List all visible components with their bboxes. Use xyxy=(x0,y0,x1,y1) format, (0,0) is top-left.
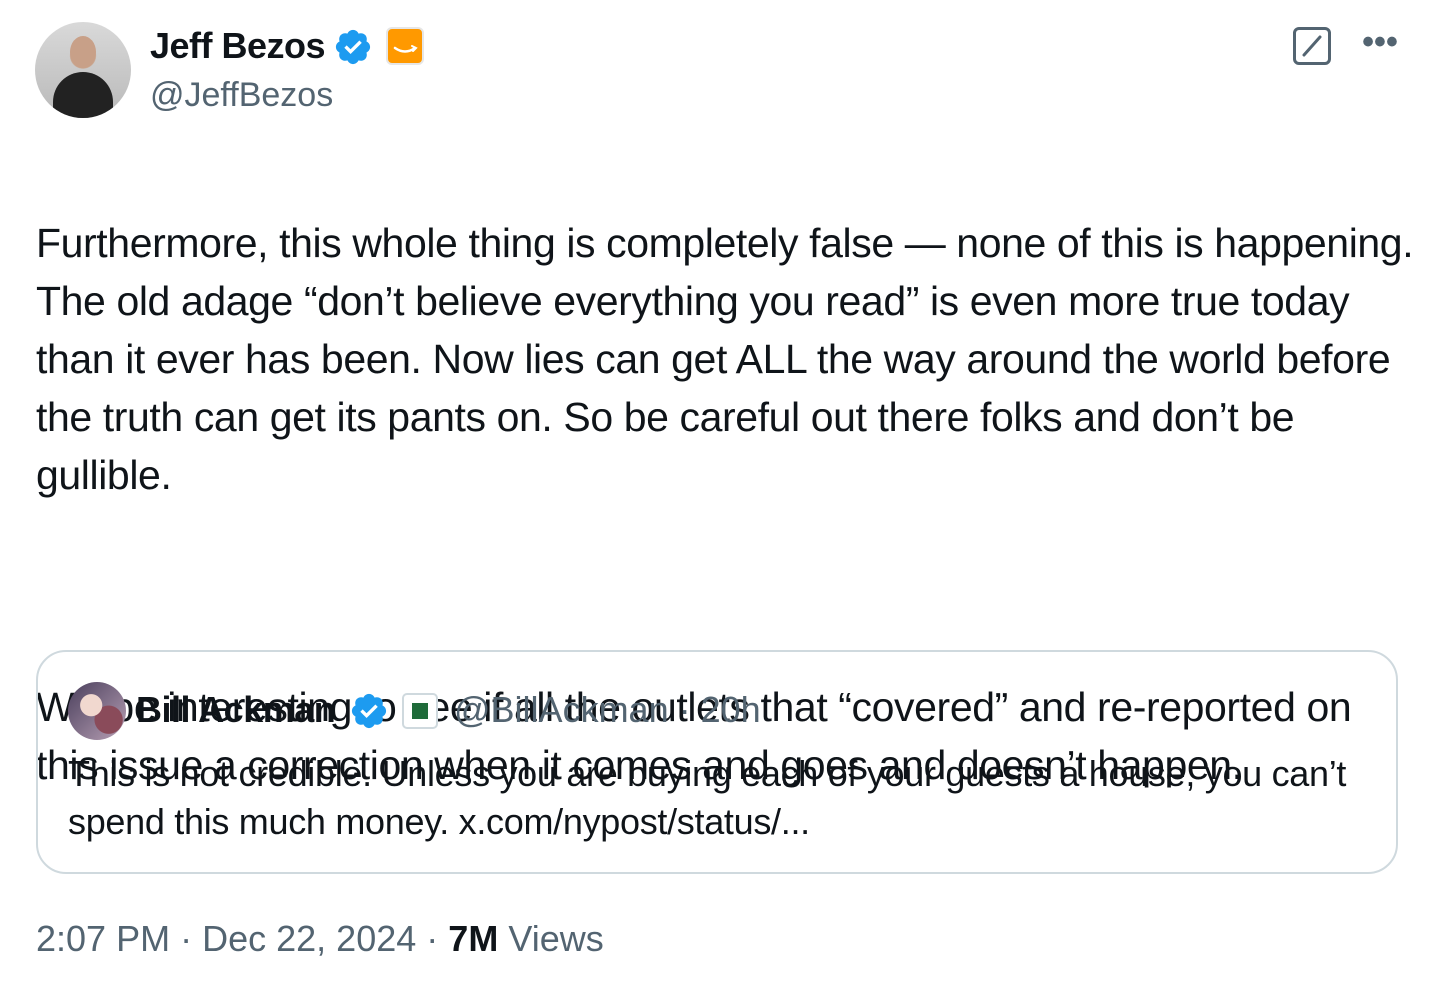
grok-slash-icon xyxy=(1302,35,1322,57)
amazon-smile-icon xyxy=(393,45,418,53)
post-date[interactable]: Dec 22, 2024 xyxy=(202,918,416,959)
author-name[interactable]: Jeff Bezos xyxy=(150,24,326,68)
footer-separator: · xyxy=(426,918,439,959)
author-avatar[interactable] xyxy=(35,22,131,118)
avatar-body xyxy=(53,72,113,118)
verified-badge-icon xyxy=(351,693,387,729)
quoted-meta: @BillAckman · 20h xyxy=(454,688,761,732)
meta-separator: · xyxy=(678,689,691,730)
footer-separator: · xyxy=(180,918,193,959)
more-icon[interactable]: ••• xyxy=(1355,20,1405,70)
quoted-author-handle: @BillAckman xyxy=(454,689,669,730)
affiliate-badge-icon xyxy=(402,693,438,729)
tweet-paragraph-1: Furthermore, this whole thing is complet… xyxy=(36,220,1414,498)
quoted-tweet-text: This is not credible. Unless you are buy… xyxy=(68,753,1347,842)
verified-badge-icon xyxy=(335,29,371,65)
quoted-time: 20h xyxy=(700,689,761,730)
affiliate-logo xyxy=(412,703,428,719)
author-handle[interactable]: @JeffBezos xyxy=(150,74,333,116)
views-count: 7M xyxy=(448,918,499,959)
avatar-head xyxy=(70,36,96,68)
amazon-affiliate-badge-icon[interactable] xyxy=(386,27,424,65)
grok-icon[interactable] xyxy=(1293,27,1331,65)
post-time[interactable]: 2:07 PM xyxy=(36,918,170,959)
quoted-author-name: Bill Ackman xyxy=(136,689,336,730)
quoted-tweet-card[interactable]: Bill Ackman @BillAckman · 20h This is no… xyxy=(36,650,1398,874)
views-label: Views xyxy=(508,918,604,959)
tweet-footer: 2:07 PM · Dec 22, 2024 · 7M Views xyxy=(36,914,604,964)
quoted-author-avatar[interactable] xyxy=(68,682,126,740)
